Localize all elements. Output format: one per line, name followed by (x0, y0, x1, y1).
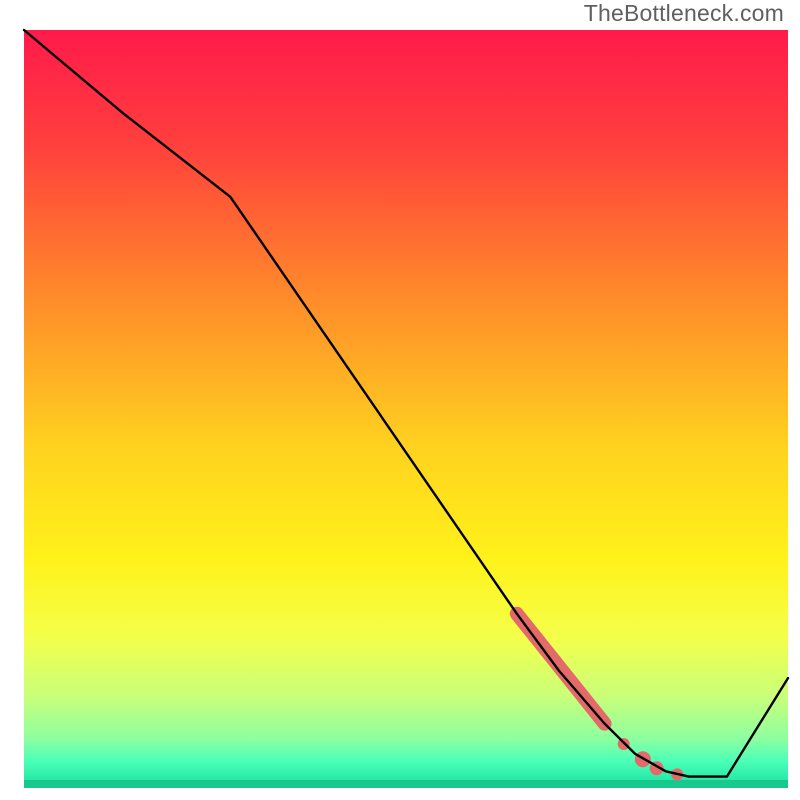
bottleneck-chart (0, 0, 800, 800)
watermark-text: TheBottleneck.com (584, 0, 784, 27)
chart-stage: TheBottleneck.com (0, 0, 800, 800)
ground-stripe (24, 780, 788, 788)
plot-background (24, 30, 788, 788)
